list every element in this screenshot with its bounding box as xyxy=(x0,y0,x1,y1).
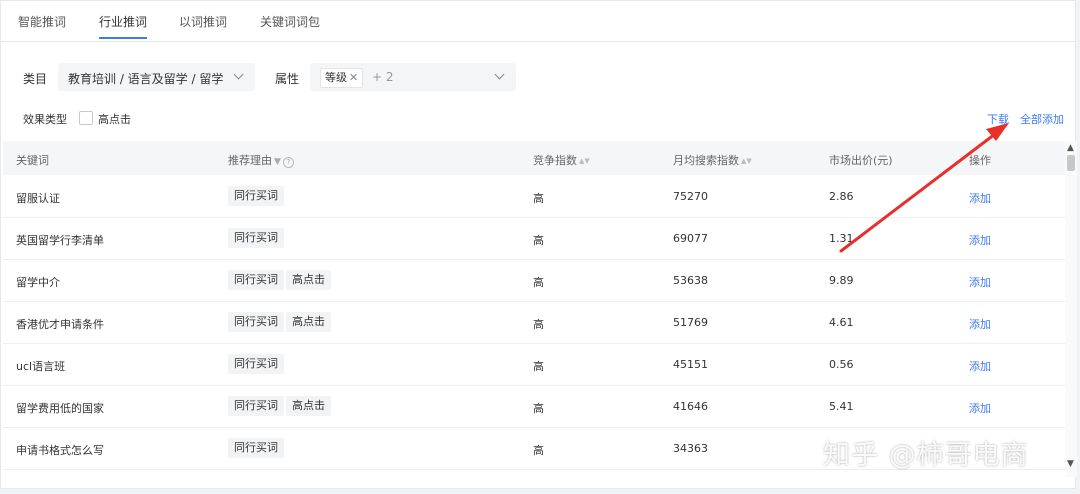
market-price-cell: 5.41 xyxy=(829,400,854,413)
add-button[interactable]: 添加 xyxy=(969,358,991,374)
table-row: 留学中介 同行买词 高点击 高 53638 9.89 添加 xyxy=(3,260,1065,302)
close-icon[interactable]: ✕ xyxy=(349,71,358,84)
search-index-cell: 53638 xyxy=(673,274,708,287)
download-link[interactable]: 下载 xyxy=(987,111,1009,127)
competition-cell: 高 xyxy=(533,444,544,457)
col-search-index-label: 月均搜索指数 xyxy=(673,154,739,167)
table-row: 留学费用低的国家 同行买词 高点击 高 41646 5.41 添加 xyxy=(3,386,1065,428)
active-tab-indicator xyxy=(99,37,147,39)
market-price-cell: 0.56 xyxy=(829,358,854,371)
reason-tag: 高点击 xyxy=(286,312,331,332)
high-click-checkbox[interactable] xyxy=(79,111,93,125)
add-button[interactable]: 添加 xyxy=(969,400,991,416)
competition-cell: 高 xyxy=(533,276,544,289)
competition-cell: 高 xyxy=(533,360,544,373)
table-row: 留服认证 同行买词 高 75270 2.86 添加 xyxy=(3,176,1065,218)
attribute-tag-label: 等级 xyxy=(325,71,347,84)
reason-tag: 同行买词 xyxy=(228,396,284,416)
competition-cell: 高 xyxy=(533,192,544,205)
market-price-cell: 9.89 xyxy=(829,274,854,287)
keyword-cell: 香港优才申请条件 xyxy=(16,318,104,331)
category-select[interactable]: 教育培训 / 语言及留学 / 留学 xyxy=(58,63,255,91)
col-search-index[interactable]: 月均搜索指数 ▲▼ xyxy=(673,152,752,168)
table-row: 香港优才申请条件 同行买词 高点击 高 51769 4.61 添加 xyxy=(3,302,1065,344)
col-reason-label: 推荐理由 xyxy=(228,154,272,167)
search-index-cell: 69077 xyxy=(673,232,708,245)
table-row: 英国留学行李清单 同行买词 高 69077 1.31 添加 xyxy=(3,218,1065,260)
reason-tag: 同行买词 xyxy=(228,438,284,458)
search-index-cell: 75270 xyxy=(673,190,708,203)
col-competition-label: 竞争指数 xyxy=(533,154,577,167)
filter-icon[interactable]: ▼ xyxy=(274,157,281,167)
competition-cell: 高 xyxy=(533,234,544,247)
search-index-cell: 41646 xyxy=(673,400,708,413)
competition-cell: 高 xyxy=(533,402,544,415)
keyword-cell: 英国留学行李清单 xyxy=(16,234,104,247)
reason-tag: 高点击 xyxy=(286,396,331,416)
market-price-cell: 2.86 xyxy=(829,190,854,203)
table-row: ucl语言班 同行买词 高 45151 0.56 添加 xyxy=(3,344,1065,386)
competition-cell: 高 xyxy=(533,318,544,331)
add-all-link[interactable]: 全部添加 xyxy=(1020,111,1064,127)
col-keyword: 关键词 xyxy=(16,154,49,167)
attribute-tag: 等级 ✕ xyxy=(320,68,364,88)
chevron-down-icon xyxy=(494,69,505,80)
scroll-down-icon[interactable]: ▼ xyxy=(1067,459,1074,469)
high-click-option-label: 高点击 xyxy=(98,113,131,126)
col-operation: 操作 xyxy=(969,154,991,167)
attribute-label: 属性 xyxy=(275,72,300,86)
scrollbar[interactable]: ▲ ▼ xyxy=(1065,141,1077,477)
tab-bar: 智能推词 行业推词 以词推词 关键词词包 xyxy=(1,1,1075,42)
table-header: 关键词 推荐理由 ▼? 竞争指数 ▲▼ 月均搜索指数 ▲▼ 市场出价(元) 操作 xyxy=(3,141,1065,175)
keyword-cell: ucl语言班 xyxy=(16,360,66,373)
keyword-cell: 留学费用低的国家 xyxy=(16,402,104,415)
sort-icon: ▲▼ xyxy=(579,157,590,165)
chevron-down-icon xyxy=(233,69,244,80)
attribute-more-count: + 2 xyxy=(372,70,394,84)
add-button[interactable]: 添加 xyxy=(969,190,991,206)
reason-tag: 同行买词 xyxy=(228,270,284,290)
search-index-cell: 51769 xyxy=(673,316,708,329)
effect-type-label: 效果类型 xyxy=(23,113,67,126)
keyword-panel: 智能推词 行业推词 以词推词 关键词词包 类目 教育培训 / 语言及留学 / 留… xyxy=(0,0,1077,489)
add-button[interactable]: 添加 xyxy=(969,316,991,332)
tab-word-recommend[interactable]: 以词推词 xyxy=(179,13,227,30)
tab-smart-recommend[interactable]: 智能推词 xyxy=(18,13,66,30)
reason-tag: 高点击 xyxy=(286,270,331,290)
category-label: 类目 xyxy=(23,72,48,86)
reason-tag: 同行买词 xyxy=(228,312,284,332)
watermark: 知乎 @柿哥电商 xyxy=(823,440,1029,471)
col-competition[interactable]: 竞争指数 ▲▼ xyxy=(533,152,590,168)
sort-icon: ▲▼ xyxy=(741,157,752,165)
category-value: 教育培训 / 语言及留学 / 留学 xyxy=(68,72,224,86)
col-reason: 推荐理由 ▼? xyxy=(228,152,294,168)
market-price-cell: 4.61 xyxy=(829,316,854,329)
keyword-cell: 留服认证 xyxy=(16,192,60,205)
add-button[interactable]: 添加 xyxy=(969,274,991,290)
tab-industry-recommend[interactable]: 行业推词 xyxy=(99,13,147,30)
search-index-cell: 34363 xyxy=(673,442,708,455)
reason-tag: 同行买词 xyxy=(228,186,284,206)
keyword-cell: 留学中介 xyxy=(16,276,60,289)
search-index-cell: 45151 xyxy=(673,358,708,371)
scrollbar-thumb[interactable] xyxy=(1067,155,1075,171)
reason-tag: 同行买词 xyxy=(228,354,284,374)
market-price-cell: 1.31 xyxy=(829,232,854,245)
tab-keyword-package[interactable]: 关键词词包 xyxy=(260,13,320,30)
reason-tag: 同行买词 xyxy=(228,228,284,248)
help-icon[interactable]: ? xyxy=(282,157,294,168)
add-button[interactable]: 添加 xyxy=(969,232,991,248)
keyword-cell: 申请书格式怎么写 xyxy=(16,444,104,457)
scroll-up-icon[interactable]: ▲ xyxy=(1067,143,1074,153)
col-market-price: 市场出价(元) xyxy=(829,154,893,167)
attribute-select[interactable]: 等级 ✕ + 2 xyxy=(310,63,516,91)
